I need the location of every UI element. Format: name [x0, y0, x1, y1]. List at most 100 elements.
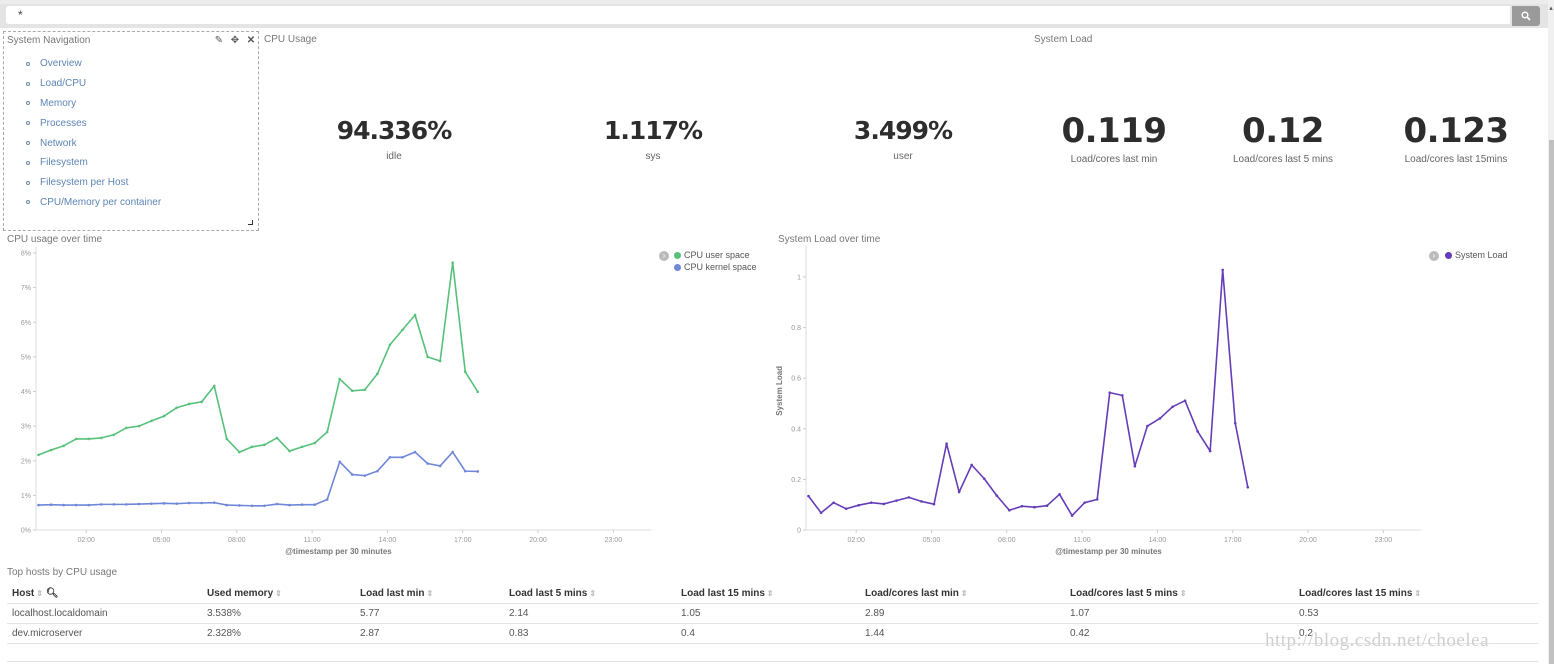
sort-icon[interactable]: ⇕	[1180, 589, 1187, 598]
page-scrollbar[interactable]: ▴	[1548, 0, 1554, 664]
resize-handle[interactable]	[248, 220, 253, 225]
y-tick-label: 6%	[21, 320, 31, 327]
data-point	[150, 502, 153, 505]
move-icon[interactable]: ✥	[230, 35, 240, 46]
data-point	[250, 504, 254, 508]
metric-idle: 94.336% idle	[294, 116, 494, 162]
x-tick-label: 02:00	[77, 537, 95, 544]
cpu-chart-legend: CPU user space CPU kernel space	[674, 249, 757, 273]
col-load-last-15-mins[interactable]: Load last 15 mins ⇕	[676, 584, 860, 604]
data-point	[162, 502, 166, 505]
x-tick-label: 17:00	[1224, 537, 1242, 544]
y-tick-label: 4%	[21, 389, 31, 396]
x-tick-label: 11:00	[1074, 537, 1091, 544]
sort-icon[interactable]: ⇕	[36, 589, 43, 598]
data-point	[1183, 399, 1187, 403]
data-point	[263, 443, 266, 447]
sort-icon[interactable]: ⇕	[961, 589, 968, 598]
cell-used-memory: 3.538%	[202, 603, 355, 624]
data-point	[451, 261, 454, 264]
col-load-last-min[interactable]: Load last min ⇕	[355, 584, 504, 604]
data-point	[49, 448, 53, 452]
x-tick-label: 08:00	[228, 537, 246, 544]
data-point	[932, 502, 936, 506]
col-used-memory[interactable]: Used memory ⇕	[202, 584, 355, 604]
data-point	[426, 462, 429, 465]
metric-label: sys	[645, 151, 661, 162]
data-point	[1033, 505, 1036, 509]
legend-item-system-load[interactable]: System Load	[1445, 249, 1508, 261]
nav-link[interactable]: Memory	[40, 98, 76, 109]
nav-link[interactable]: Filesystem	[40, 157, 88, 168]
col-load-cores-last-5-mins[interactable]: Load/cores last 5 mins ⇕	[1065, 584, 1294, 604]
data-point	[1208, 449, 1212, 453]
data-point	[112, 503, 116, 506]
data-point	[200, 501, 203, 505]
bullet-icon	[26, 160, 30, 165]
system-load-chart: 0 0.2 0.4 0.6 0.8 1 02:00 05:00 08:00 11:00 14:00 1…	[775, 245, 1421, 556]
data-point	[275, 436, 279, 440]
metric-label: user	[893, 151, 913, 162]
nav-link[interactable]: CPU/Memory per container	[40, 197, 161, 208]
x-tick-label: 14:00	[379, 537, 397, 544]
sort-icon[interactable]: ⇕	[589, 589, 596, 598]
data-point	[1171, 405, 1174, 409]
legend-item-cpu-kernel[interactable]: CPU kernel space	[674, 261, 757, 273]
search-icon	[1521, 11, 1531, 21]
nav-item-filesystem: Filesystem	[26, 153, 161, 173]
data-point	[313, 503, 316, 507]
data-point	[970, 463, 973, 467]
sort-icon[interactable]: ⇕	[1414, 589, 1421, 598]
data-point	[1158, 417, 1162, 420]
col-load-cores-last-15-mins[interactable]: Load/cores last 15 mins ⇕	[1294, 584, 1538, 604]
legend-label: System Load	[1455, 250, 1508, 260]
x-tick-label: 05:00	[923, 537, 941, 544]
legend-item-cpu-user[interactable]: CPU user space	[674, 249, 757, 261]
data-point	[250, 445, 254, 449]
hosts-table-title: Top hosts by CPU usage	[7, 567, 118, 578]
legend-toggle-icon[interactable]: ›	[659, 251, 669, 261]
nav-link[interactable]: Network	[40, 138, 77, 149]
sort-icon[interactable]: ⇕	[767, 589, 774, 598]
close-icon[interactable]: ✕	[246, 35, 256, 46]
search-button[interactable]	[1512, 6, 1540, 26]
sort-icon[interactable]: ⇕	[426, 589, 433, 598]
data-point	[300, 503, 304, 507]
data-point	[1233, 421, 1237, 425]
nav-link[interactable]: Filesystem per Host	[40, 177, 128, 188]
col-load-last-5-mins[interactable]: Load last 5 mins ⇕	[504, 584, 676, 604]
nav-link[interactable]: Load/CPU	[40, 78, 86, 89]
nav-link[interactable]: Processes	[40, 118, 87, 129]
scrollbar-thumb[interactable]	[1549, 140, 1554, 664]
sort-icon[interactable]: ⇕	[275, 589, 282, 598]
data-point	[338, 377, 342, 381]
scroll-up-arrow-icon[interactable]: ▴	[1548, 5, 1554, 12]
nav-item-overview: Overview	[26, 54, 161, 74]
data-point	[87, 437, 91, 441]
series-line-cpu-kernel-space	[38, 451, 478, 507]
data-point	[125, 503, 128, 506]
data-point	[137, 424, 141, 428]
cpu-usage-chart: 0% 1% 2% 3% 4% 5% 6% 7% 8% 02:00 05:00 08:00 11:00 14…	[21, 247, 651, 556]
data-point	[325, 430, 329, 434]
col-load-cores-last-min[interactable]: Load/cores last min ⇕	[860, 584, 1065, 604]
query-input[interactable]	[6, 6, 1510, 24]
search-icon[interactable]: 🔍︎	[46, 588, 59, 599]
data-point	[895, 499, 898, 502]
cell-load-cores-last-5-mins: 0.42	[1065, 623, 1294, 644]
cpu-usage-title: CPU Usage	[264, 34, 317, 45]
legend-label: CPU user space	[684, 250, 750, 260]
y-tick-label: 0.6	[791, 376, 801, 383]
x-tick-label: 02:00	[847, 537, 865, 544]
data-point	[225, 437, 229, 441]
pencil-icon[interactable]: ✎	[214, 35, 224, 46]
legend-dot-icon	[1445, 251, 1452, 259]
y-tick-label: 2%	[21, 458, 31, 465]
cell-load-last-5-mins: 2.14	[504, 603, 676, 624]
nav-link[interactable]: Overview	[40, 58, 82, 69]
legend-toggle-icon[interactable]: ›	[1429, 251, 1439, 261]
data-point	[1020, 504, 1024, 508]
col-host[interactable]: Host ⇕ 🔍︎	[7, 584, 202, 604]
cell-load-last-15-mins: 1.05	[676, 603, 860, 624]
y-tick-label: 8%	[21, 251, 31, 258]
